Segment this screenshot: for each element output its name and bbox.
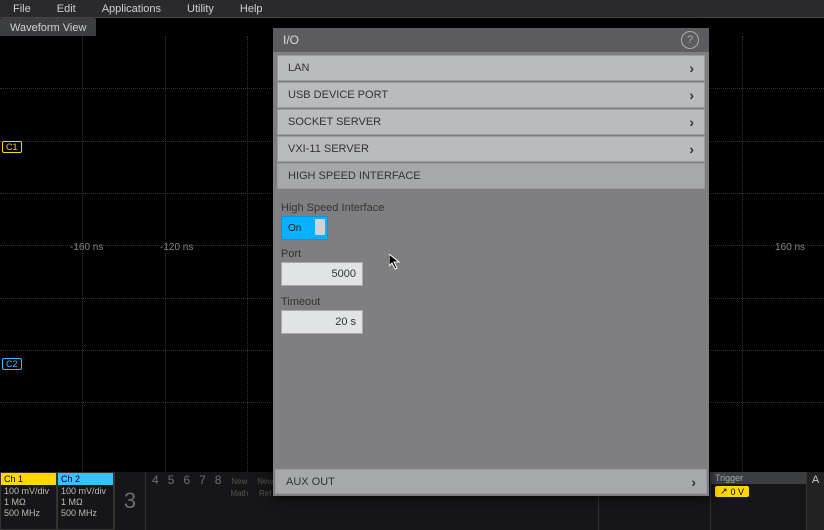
view-tab[interactable]: Waveform View bbox=[0, 18, 96, 37]
panel-item-vxi11[interactable]: VXI-11 SERVER › bbox=[277, 136, 705, 162]
channel-add-6[interactable]: 6 bbox=[183, 475, 190, 486]
channel-bandwidth: 500 MHz bbox=[4, 508, 53, 519]
menu-applications[interactable]: Applications bbox=[89, 3, 174, 15]
chevron-right-icon: › bbox=[689, 141, 694, 157]
trigger-edge-icon: ↗ bbox=[720, 486, 728, 497]
channel-impedance: 1 MΩ bbox=[61, 497, 110, 508]
menu-edit[interactable]: Edit bbox=[44, 3, 89, 15]
hsi-toggle[interactable]: On bbox=[281, 216, 328, 240]
port-label: Port bbox=[281, 248, 701, 260]
timeout-label: Timeout bbox=[281, 296, 701, 308]
right-column[interactable]: A bbox=[806, 472, 824, 530]
panel-item-label: VXI-11 SERVER bbox=[288, 143, 369, 155]
trigger-box[interactable]: Trigger ↗ 0 V bbox=[710, 472, 806, 530]
new-ref-button[interactable]: NewRef bbox=[257, 475, 273, 499]
trigger-title: Trigger bbox=[711, 472, 806, 484]
channel-add-8[interactable]: 8 bbox=[215, 475, 222, 486]
trigger-level: 0 V bbox=[731, 487, 745, 497]
channel-name: Ch 1 bbox=[1, 473, 56, 485]
panel-title: I/O bbox=[283, 33, 299, 47]
channel-box-ch1[interactable]: Ch 1 100 mV/div 1 MΩ 500 MHz bbox=[0, 472, 57, 530]
time-label: 160 ns bbox=[775, 242, 805, 253]
channel-marker-c1[interactable]: C1 bbox=[2, 141, 22, 153]
panel-item-label: SOCKET SERVER bbox=[288, 116, 381, 128]
toggle-state-label: On bbox=[288, 223, 301, 234]
trigger-level-badge: ↗ 0 V bbox=[715, 486, 749, 497]
panel-item-socket[interactable]: SOCKET SERVER › bbox=[277, 109, 705, 135]
panel-item-label: AUX OUT bbox=[286, 476, 335, 488]
time-label: -120 ns bbox=[160, 242, 193, 253]
panel-header: I/O ? bbox=[273, 28, 709, 52]
timeout-input[interactable]: 20 s bbox=[281, 310, 363, 334]
channel-box-ch2[interactable]: Ch 2 100 mV/div 1 MΩ 500 MHz bbox=[57, 472, 114, 530]
panel-item-auxout[interactable]: AUX OUT › bbox=[275, 469, 707, 494]
hsi-label: High Speed Interface bbox=[281, 202, 701, 214]
menu-help[interactable]: Help bbox=[227, 3, 276, 15]
channel-bandwidth: 500 MHz bbox=[61, 508, 110, 519]
channel-scale: 100 mV/div bbox=[61, 486, 110, 497]
panel-body: High Speed Interface On Port 5000 Timeou… bbox=[273, 192, 709, 467]
chevron-right-icon: › bbox=[689, 60, 694, 76]
chevron-right-icon: › bbox=[689, 114, 694, 130]
menu-file[interactable]: File bbox=[0, 3, 44, 15]
port-input[interactable]: 5000 bbox=[281, 262, 363, 286]
io-panel: I/O ? LAN › USB DEVICE PORT › SOCKET SER… bbox=[273, 28, 709, 496]
panel-item-hsi[interactable]: HIGH SPEED INTERFACE bbox=[277, 163, 705, 189]
panel-item-label: HIGH SPEED INTERFACE bbox=[288, 170, 421, 182]
chevron-right-icon: › bbox=[691, 474, 696, 490]
channel-add-3[interactable]: 3 bbox=[114, 472, 145, 530]
chevron-right-icon: › bbox=[689, 87, 694, 103]
channel-add-4[interactable]: 4 bbox=[152, 475, 159, 486]
panel-item-label: LAN bbox=[288, 62, 309, 74]
channel-marker-c2[interactable]: C2 bbox=[2, 358, 22, 370]
channel-add-7[interactable]: 7 bbox=[199, 475, 206, 486]
channel-impedance: 1 MΩ bbox=[4, 497, 53, 508]
channel-name: Ch 2 bbox=[58, 473, 113, 485]
new-math-button[interactable]: NewMath bbox=[230, 475, 248, 499]
panel-item-usb[interactable]: USB DEVICE PORT › bbox=[277, 82, 705, 108]
panel-list: LAN › USB DEVICE PORT › SOCKET SERVER › … bbox=[273, 52, 709, 192]
toggle-knob bbox=[315, 219, 325, 235]
menubar: File Edit Applications Utility Help bbox=[0, 0, 824, 18]
channel-scale: 100 mV/div bbox=[4, 486, 53, 497]
time-label: -160 ns bbox=[70, 242, 103, 253]
panel-item-label: USB DEVICE PORT bbox=[288, 89, 388, 101]
menu-utility[interactable]: Utility bbox=[174, 3, 227, 15]
channel-add-5[interactable]: 5 bbox=[168, 475, 175, 486]
help-icon[interactable]: ? bbox=[681, 31, 699, 49]
panel-item-lan[interactable]: LAN › bbox=[277, 55, 705, 81]
